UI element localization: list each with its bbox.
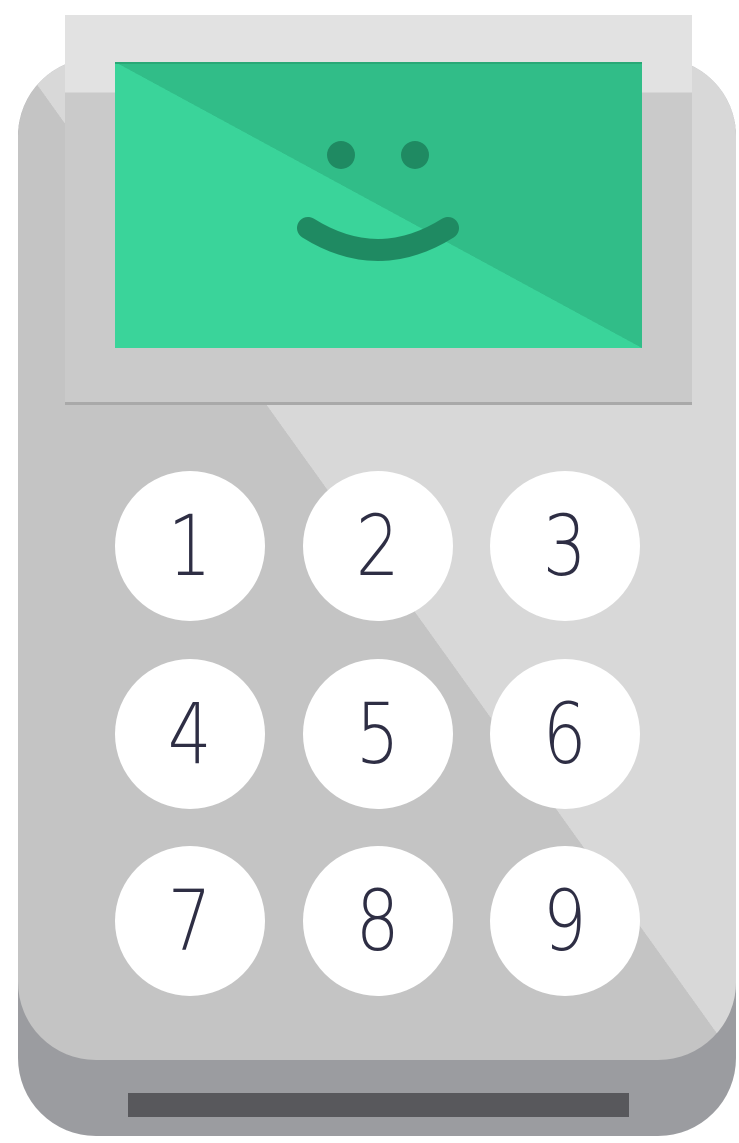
key-3[interactable]: 3 [490,471,640,621]
key-label: 2 [356,497,400,595]
card-slot [128,1093,629,1117]
key-4[interactable]: 4 [115,659,265,809]
key-label: 6 [543,685,587,783]
payment-terminal: 1 2 3 4 5 6 7 8 9 [0,0,739,1143]
key-label: 7 [168,872,212,970]
key-2[interactable]: 2 [303,471,453,621]
display-screen [115,62,642,348]
key-label: 1 [168,497,212,595]
key-label: 5 [356,685,400,783]
key-7[interactable]: 7 [115,846,265,996]
key-label: 9 [543,872,587,970]
key-5[interactable]: 5 [303,659,453,809]
key-label: 3 [543,497,587,595]
key-6[interactable]: 6 [490,659,640,809]
key-8[interactable]: 8 [303,846,453,996]
key-label: 4 [168,685,212,783]
smile [297,217,459,261]
left-eye [327,141,355,169]
smiley-face-icon [297,141,459,261]
key-9[interactable]: 9 [490,846,640,996]
key-1[interactable]: 1 [115,471,265,621]
right-eye [401,141,429,169]
key-label: 8 [356,872,400,970]
